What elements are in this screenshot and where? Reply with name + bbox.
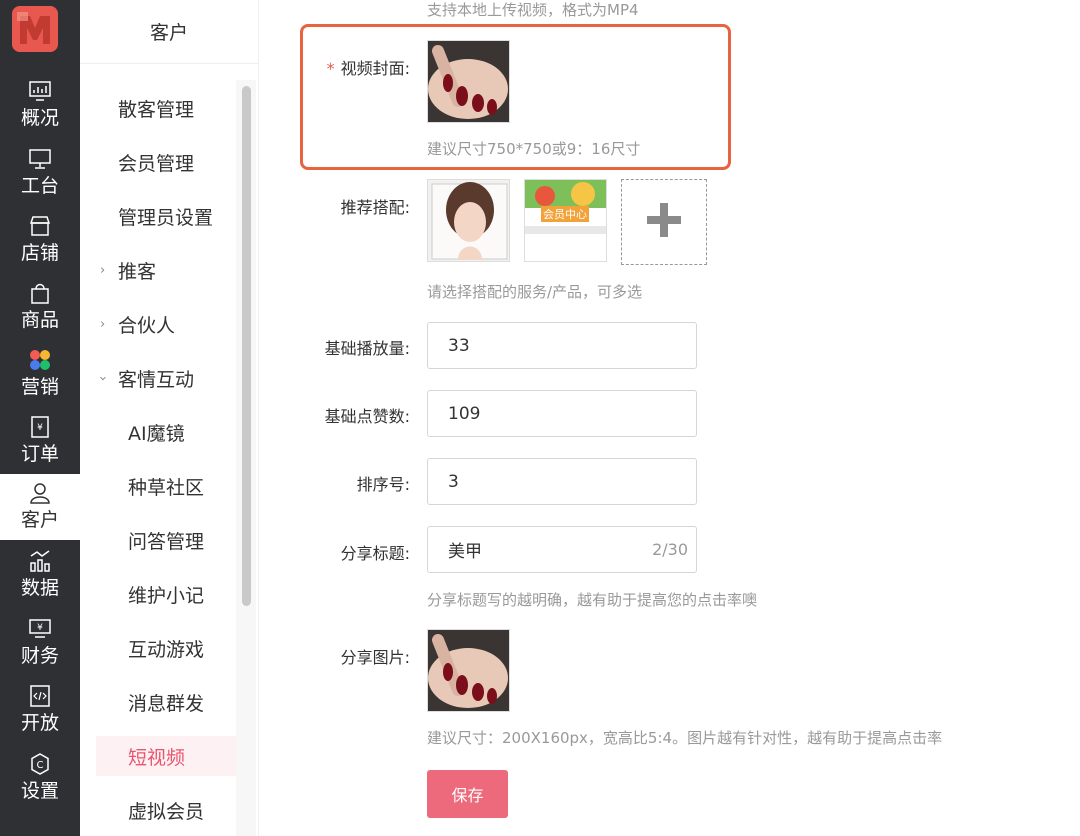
recommend-item-member-center[interactable]: 会员中心: [524, 179, 607, 262]
plus-icon: [647, 203, 681, 241]
sidebar-item-customer-interaction[interactable]: › 客情互动: [80, 358, 236, 398]
base-plays-label: 基础播放量:: [324, 339, 410, 358]
nav-label: 开放: [20, 712, 59, 734]
sidebar-item-label: 推客: [118, 260, 157, 283]
nav-item-store[interactable]: 店铺: [0, 207, 80, 273]
sidebar-item-promoters[interactable]: › 推客: [80, 250, 236, 290]
nav-item-marketing[interactable]: 营销: [0, 341, 80, 407]
nav-item-products[interactable]: 商品: [0, 274, 80, 340]
finance-icon: ¥: [28, 618, 52, 640]
sidebar-item-mass-messaging[interactable]: 消息群发: [80, 682, 236, 722]
share-image[interactable]: [427, 629, 510, 712]
nav-label: 客户: [20, 509, 59, 531]
sidebar-item-label: 散客管理: [118, 98, 195, 121]
sidebar-item-community[interactable]: 种草社区: [80, 466, 236, 506]
sidebar-title: 客户: [80, 0, 258, 64]
nav-label: 设置: [20, 780, 59, 802]
sidebar-item-qa-management[interactable]: 问答管理: [80, 520, 236, 560]
nav-label: 工台: [20, 175, 59, 197]
sidebar-item-label: 客情互动: [118, 368, 195, 391]
marketing-flower-icon: [28, 349, 52, 371]
nav-label: 概况: [20, 107, 59, 129]
add-recommendation-button[interactable]: [621, 179, 707, 265]
sidebar-item-label: 管理员设置: [118, 206, 214, 229]
settings-icon: C: [28, 753, 52, 775]
sort-input[interactable]: 3: [427, 458, 697, 505]
svg-text:C: C: [37, 760, 44, 771]
share-title-hint: 分享标题写的越明确，越有助于提高您的点击率噢: [427, 591, 758, 609]
nav-item-workbench[interactable]: 工台: [0, 140, 80, 206]
sidebar-item-maintenance-notes[interactable]: 维护小记: [80, 574, 236, 614]
save-button[interactable]: 保存: [427, 770, 508, 818]
nav-item-customers[interactable]: 客户: [0, 474, 80, 540]
code-icon: [28, 685, 52, 707]
user-icon: [28, 482, 52, 504]
store-icon: [28, 215, 52, 237]
nav-item-open[interactable]: 开放: [0, 677, 80, 743]
sort-value: 3: [448, 471, 459, 492]
bag-icon: [28, 282, 52, 304]
sidebar-item-walk-in-customers[interactable]: 散客管理: [80, 88, 236, 128]
nav-item-overview[interactable]: 概况: [0, 72, 80, 138]
share-title-label: 分享标题:: [340, 544, 410, 563]
share-image-hint: 建议尺寸：200X160px，宽高比5:4。图片越有针对性，越有助于提高点击率: [427, 729, 943, 747]
recommend-hint: 请选择搭配的服务/产品，可多选: [427, 283, 643, 301]
share-title-input[interactable]: 美甲 2/30: [427, 526, 697, 573]
chart-icon: [28, 550, 52, 572]
base-likes-input[interactable]: 109: [427, 390, 697, 437]
sidebar-item-label: 维护小记: [128, 584, 205, 607]
app-window: 概况 工台 店铺 商品 营销 ¥ 订单 客户 数据 ¥ 财务 开放 C 设置 客…: [0, 0, 1080, 836]
nav-item-finance[interactable]: ¥ 财务: [0, 610, 80, 676]
sidebar-item-label: 问答管理: [128, 530, 205, 553]
base-plays-value: 33: [448, 335, 470, 356]
base-likes-label: 基础点赞数:: [324, 407, 410, 426]
nav-label: 订单: [20, 443, 59, 465]
sidebar-item-interactive-games[interactable]: 互动游戏: [80, 628, 236, 668]
chevron-down-icon: ›: [95, 375, 111, 381]
chevron-right-icon: ›: [100, 262, 106, 278]
primary-nav: 概况 工台 店铺 商品 营销 ¥ 订单 客户 数据 ¥ 财务 开放 C 设置: [0, 0, 80, 836]
nav-label: 营销: [20, 376, 59, 398]
nav-label: 店铺: [20, 242, 59, 264]
brand-logo[interactable]: [12, 6, 58, 52]
nav-item-settings[interactable]: C 设置: [0, 745, 80, 811]
share-image-label: 分享图片:: [340, 648, 410, 667]
order-icon: ¥: [28, 416, 52, 438]
sidebar-item-label: 虚拟会员: [128, 800, 205, 823]
recommend-item-portrait[interactable]: [427, 179, 510, 262]
monitor-icon: [28, 148, 52, 170]
share-title-value: 美甲: [448, 542, 482, 562]
sidebar-item-ai-mirror[interactable]: AI魔镜: [80, 412, 236, 452]
chevron-right-icon: ›: [100, 316, 106, 332]
nav-item-data[interactable]: 数据: [0, 542, 80, 608]
nav-item-orders[interactable]: ¥ 订单: [0, 408, 80, 474]
sidebar-item-label: 种草社区: [128, 476, 205, 499]
svg-text:¥: ¥: [37, 423, 43, 433]
sort-label: 排序号:: [356, 475, 410, 494]
video-cover-highlight: [300, 24, 731, 170]
recommend-item-text: 会员中心: [541, 206, 589, 222]
dashboard-icon: [28, 80, 52, 102]
base-plays-input[interactable]: 33: [427, 322, 697, 369]
share-title-counter: 2/30: [652, 540, 688, 559]
sidebar-item-label: 短视频: [128, 746, 186, 769]
recommend-label: 推荐搭配:: [340, 198, 410, 217]
nav-label: 财务: [20, 645, 59, 667]
sidebar-item-admin-settings[interactable]: 管理员设置: [80, 196, 236, 236]
base-likes-value: 109: [448, 403, 481, 424]
svg-text:¥: ¥: [37, 623, 43, 633]
video-format-hint: 支持本地上传视频，格式为MP4: [427, 1, 639, 19]
sidebar-item-short-video[interactable]: 短视频: [96, 736, 236, 776]
sidebar-item-label: 合伙人: [118, 314, 176, 337]
sidebar-item-virtual-members[interactable]: 虚拟会员: [80, 790, 236, 830]
sidebar-item-label: AI魔镜: [128, 422, 185, 445]
sidebar-item-label: 会员管理: [118, 152, 195, 175]
sidebar-item-label: 互动游戏: [128, 638, 205, 661]
sidebar-item-members[interactable]: 会员管理: [80, 142, 236, 182]
sidebar-item-label: 消息群发: [128, 692, 205, 715]
sidebar-item-partners[interactable]: › 合伙人: [80, 304, 236, 344]
nav-label: 商品: [20, 309, 59, 331]
nav-label: 数据: [20, 577, 59, 599]
secondary-sidebar: 客户 散客管理 会员管理 管理员设置 › 推客 › 合伙人 › 客情互动 AI魔…: [80, 0, 258, 836]
